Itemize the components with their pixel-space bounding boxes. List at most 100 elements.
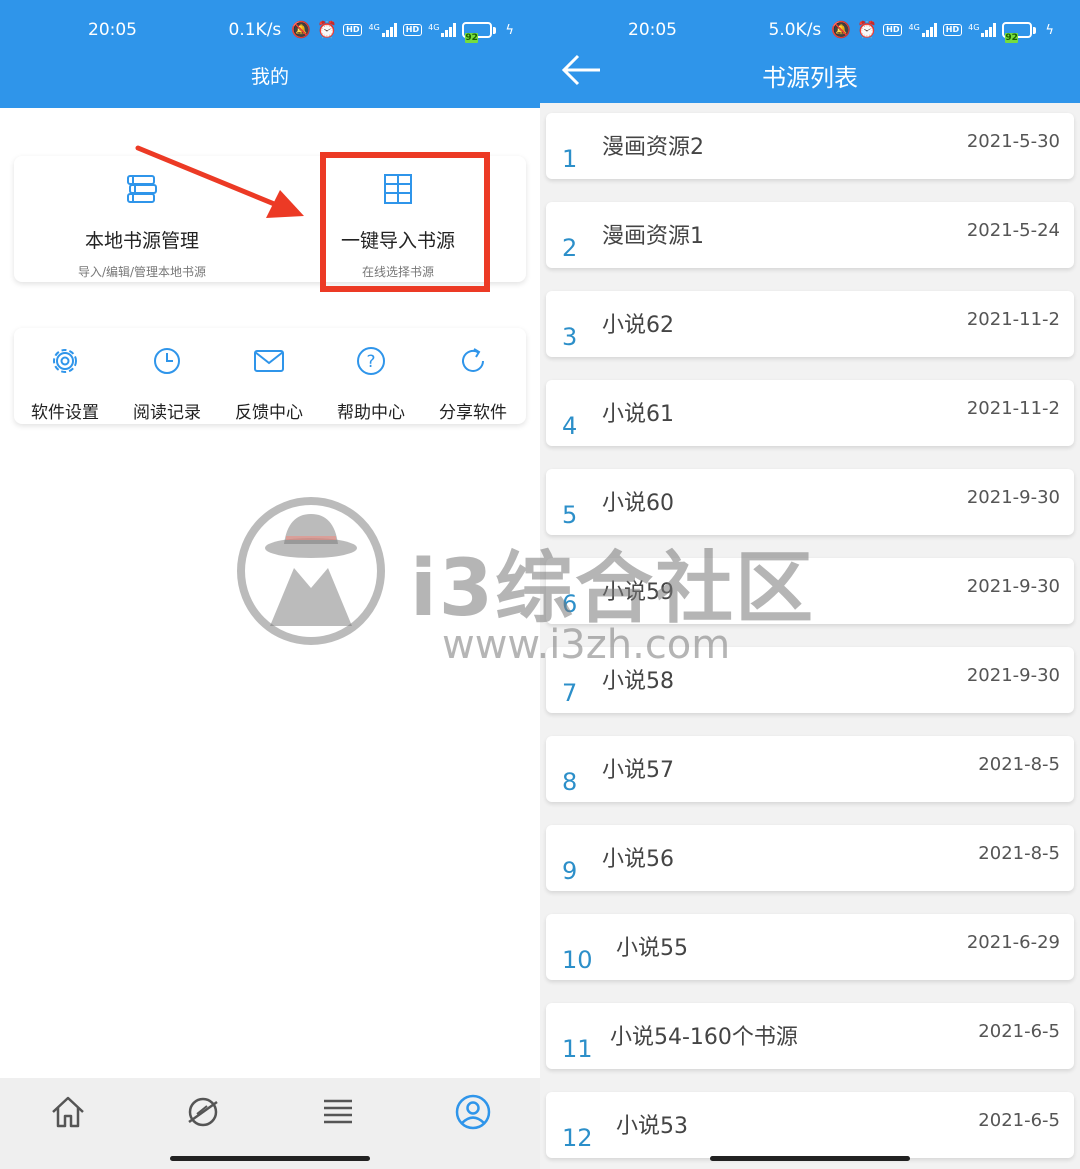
share-button[interactable]: 分享软件 xyxy=(422,328,524,424)
hd-icon: HD xyxy=(942,24,963,36)
item-name: 小说54-160个书源 xyxy=(610,1025,798,1050)
bottom-navigation xyxy=(0,1078,540,1169)
network-speed: 5.0K/s xyxy=(768,20,822,40)
item-date: 2021-9-30 xyxy=(966,487,1060,508)
item-date: 2021-6-5 xyxy=(978,1021,1060,1042)
settings-label: 软件设置 xyxy=(31,403,99,423)
list-item[interactable]: 10 小说55 2021-6-29 xyxy=(546,914,1074,980)
item-index: 4 xyxy=(562,412,578,440)
item-name: 小说56 xyxy=(602,847,674,872)
local-source-desc: 导入/编辑/管理本地书源 xyxy=(77,265,207,279)
item-index: 10 xyxy=(562,946,593,974)
item-index: 5 xyxy=(562,501,578,529)
battery-icon: 92 xyxy=(1002,22,1037,43)
item-date: 2021-5-24 xyxy=(966,220,1060,241)
list-item[interactable]: 7 小说58 2021-9-30 xyxy=(546,647,1074,713)
item-name: 小说58 xyxy=(602,669,674,694)
signal-icon: 4G xyxy=(368,23,397,37)
list-icon[interactable] xyxy=(318,1092,358,1132)
settings-button[interactable]: 软件设置 xyxy=(14,328,116,424)
item-name: 漫画资源2 xyxy=(602,135,704,160)
signal-icon: 4G xyxy=(968,23,997,37)
item-index: 2 xyxy=(562,234,578,262)
list-item[interactable]: 11 小说54-160个书源 2021-6-5 xyxy=(546,1003,1074,1069)
list-item[interactable]: 1 漫画资源2 2021-5-30 xyxy=(546,113,1074,179)
share-label: 分享软件 xyxy=(439,403,507,423)
share-icon xyxy=(462,348,484,372)
item-date: 2021-9-30 xyxy=(966,665,1060,686)
page-title: 我的 xyxy=(250,66,289,88)
item-name: 小说55 xyxy=(616,936,688,961)
charging-icon: ϟ xyxy=(1045,22,1054,38)
item-date: 2021-9-30 xyxy=(966,576,1060,597)
home-indicator xyxy=(710,1156,910,1161)
item-name: 小说57 xyxy=(602,758,674,783)
item-name: 漫画资源1 xyxy=(602,224,704,249)
feedback-button[interactable]: 反馈中心 xyxy=(218,328,320,424)
clock-icon xyxy=(154,348,180,374)
list-item[interactable]: 12 小说53 2021-6-5 xyxy=(546,1092,1074,1158)
list-item[interactable]: 9 小说56 2021-8-5 xyxy=(546,825,1074,891)
home-icon[interactable] xyxy=(48,1092,88,1132)
signal-icon: 4G xyxy=(908,23,937,37)
gear-icon xyxy=(53,349,77,373)
item-name: 小说59 xyxy=(602,580,674,605)
charging-icon: ϟ xyxy=(505,22,514,38)
status-time: 20:05 xyxy=(88,20,137,40)
status-icons: 5.0K/s 🔕 ⏰ HD 4G HD 4G 92 ϟ xyxy=(768,20,1054,43)
profile-icon[interactable] xyxy=(453,1092,493,1132)
red-arrow-annotation xyxy=(135,145,304,218)
item-date: 2021-8-5 xyxy=(978,843,1060,864)
item-name: 小说62 xyxy=(602,313,674,338)
item-index: 8 xyxy=(562,768,578,796)
hd-icon: HD xyxy=(883,24,903,36)
mute-icon: 🔕 xyxy=(291,20,312,39)
item-name: 小说53 xyxy=(616,1114,688,1139)
signal-icon: 4G xyxy=(428,23,457,37)
app-bar: 20:05 0.1K/s 🔕 ⏰ HD 4G HD 4G 92 ϟ 我的 xyxy=(0,0,540,108)
explore-icon[interactable] xyxy=(183,1092,223,1132)
local-source-label: 本地书源管理 xyxy=(84,230,199,252)
item-index: 11 xyxy=(562,1035,593,1063)
item-name: 小说61 xyxy=(602,402,674,427)
list-item[interactable]: 6 小说59 2021-9-30 xyxy=(546,558,1074,624)
item-index: 3 xyxy=(562,323,578,351)
profile-screen: 20:05 0.1K/s 🔕 ⏰ HD 4G HD 4G 92 ϟ 我的 本地书… xyxy=(0,0,540,1169)
app-bar: 20:05 5.0K/s 🔕 ⏰ HD 4G HD 4G 92 ϟ 书源列表 xyxy=(540,0,1080,103)
help-icon: ? xyxy=(357,347,385,375)
alarm-icon: ⏰ xyxy=(857,20,878,39)
svg-text:?: ? xyxy=(366,352,375,372)
source-list: 1 漫画资源2 2021-5-30 2 漫画资源1 2021-5-24 3 小说… xyxy=(540,103,1080,1169)
network-speed: 0.1K/s xyxy=(228,20,282,40)
list-item[interactable]: 4 小说61 2021-11-2 xyxy=(546,380,1074,446)
mute-icon: 🔕 xyxy=(831,20,852,39)
item-index: 6 xyxy=(562,590,578,618)
status-time: 20:05 xyxy=(628,20,677,40)
item-index: 7 xyxy=(562,679,578,707)
list-item[interactable]: 8 小说57 2021-8-5 xyxy=(546,736,1074,802)
help-button[interactable]: ? 帮助中心 xyxy=(320,328,422,424)
battery-level: 92 xyxy=(1005,33,1018,43)
mail-icon xyxy=(254,350,284,372)
battery-icon: 92 xyxy=(462,22,497,43)
status-bar: 20:05 5.0K/s 🔕 ⏰ HD 4G HD 4G 92 ϟ xyxy=(540,14,1080,48)
item-date: 2021-5-30 xyxy=(966,131,1060,152)
page-title: 书源列表 xyxy=(762,64,858,92)
item-date: 2021-11-2 xyxy=(966,309,1060,330)
hd-icon: HD xyxy=(343,24,363,36)
item-date: 2021-6-29 xyxy=(966,932,1060,953)
item-date: 2021-11-2 xyxy=(966,398,1060,419)
item-index: 9 xyxy=(562,857,578,885)
tools-card: 软件设置 阅读记录 反馈中心 ? 帮助中心 分享软件 xyxy=(14,328,526,424)
battery-level: 92 xyxy=(465,33,478,43)
hd-icon: HD xyxy=(402,24,423,36)
list-item[interactable]: 2 漫画资源1 2021-5-24 xyxy=(546,202,1074,268)
item-name: 小说60 xyxy=(602,491,674,516)
home-indicator xyxy=(170,1156,370,1161)
list-item[interactable]: 5 小说60 2021-9-30 xyxy=(546,469,1074,535)
list-item[interactable]: 3 小说62 2021-11-2 xyxy=(546,291,1074,357)
history-label: 阅读记录 xyxy=(133,403,201,423)
history-button[interactable]: 阅读记录 xyxy=(116,328,218,424)
source-list-screen: 20:05 5.0K/s 🔕 ⏰ HD 4G HD 4G 92 ϟ 书源列表 1… xyxy=(540,0,1080,1169)
item-index: 12 xyxy=(562,1124,593,1152)
